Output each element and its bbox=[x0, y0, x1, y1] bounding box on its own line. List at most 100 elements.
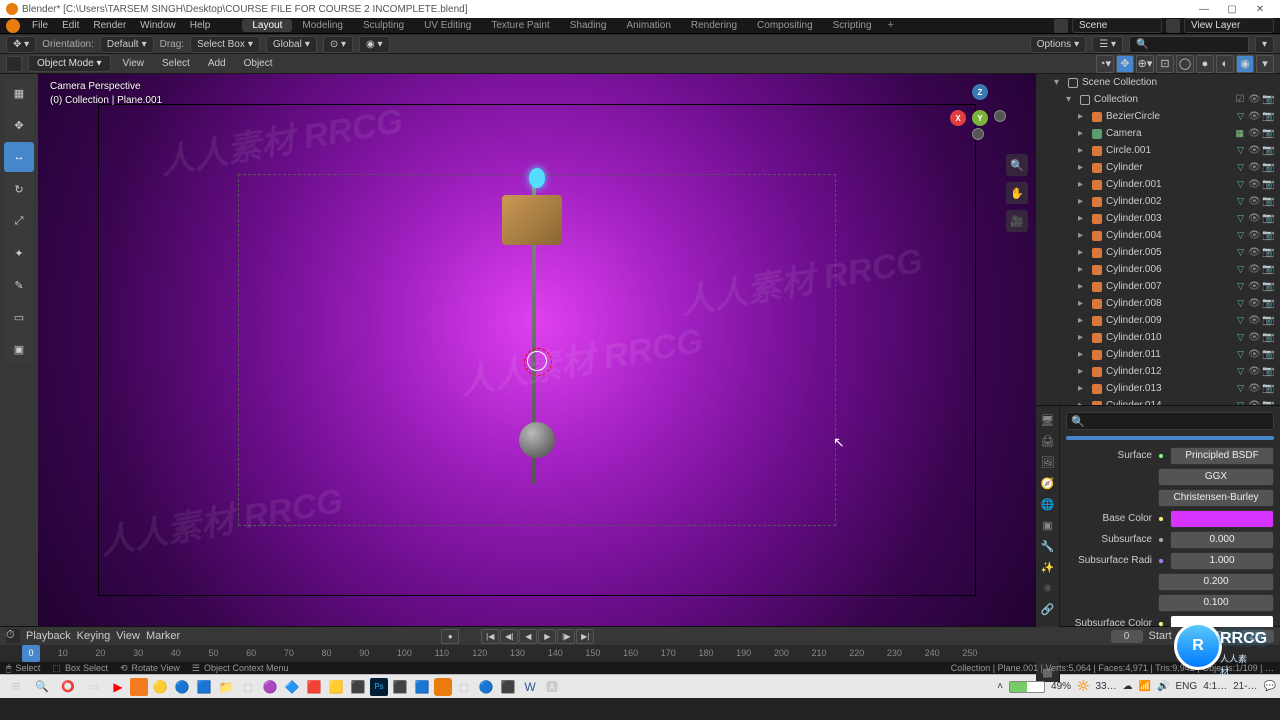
scene-name-field[interactable]: Scene bbox=[1072, 18, 1162, 33]
transform-orientation-dropdown[interactable]: Global ▾ bbox=[266, 36, 317, 53]
ss-radius-b[interactable]: 0.100 bbox=[1158, 594, 1274, 612]
search-button[interactable]: 🔍 bbox=[30, 677, 54, 697]
tray-volume-icon[interactable]: 🔊 bbox=[1157, 681, 1169, 692]
workspace-shading[interactable]: Shading bbox=[560, 19, 617, 32]
explorer-icon[interactable]: 📁 bbox=[216, 677, 236, 697]
blender-taskbar-icon[interactable] bbox=[434, 678, 452, 696]
edge-icon[interactable]: 🔵 bbox=[172, 677, 192, 697]
play-button[interactable]: ▶ bbox=[538, 629, 556, 644]
outliner-item[interactable]: ▸Cylinder.010▽👁📷 bbox=[1036, 329, 1280, 346]
workspace-texpaint[interactable]: Texture Paint bbox=[481, 19, 559, 32]
render-icon[interactable]: 📷 bbox=[1262, 264, 1274, 275]
surface-node-dot-icon[interactable] bbox=[1158, 453, 1164, 459]
workspace-animation[interactable]: Animation bbox=[616, 19, 680, 32]
camera-view-icon[interactable]: 🎥 bbox=[1006, 210, 1028, 232]
render-icon[interactable]: 📷 bbox=[1262, 366, 1274, 377]
orientation-dropdown[interactable]: Default ▾ bbox=[100, 36, 154, 53]
options-dropdown[interactable]: Options ▾ bbox=[1030, 36, 1087, 53]
timeline-ruler[interactable]: 0 10203040506070809010011012013014015016… bbox=[0, 645, 1280, 662]
render-icon[interactable]: 📷 bbox=[1262, 349, 1274, 360]
outliner-search[interactable]: 🔍 bbox=[1129, 36, 1249, 53]
prop-tab-render[interactable]: 🖥 bbox=[1038, 410, 1058, 430]
outliner-item[interactable]: ▸Cylinder.007▽👁📷 bbox=[1036, 278, 1280, 295]
menu-select[interactable]: Select bbox=[156, 58, 196, 69]
outliner-filter[interactable]: ▾ bbox=[1255, 36, 1274, 53]
prop-tab-physics[interactable]: ⚛ bbox=[1038, 578, 1058, 598]
tool-cursor[interactable]: ✥ bbox=[4, 110, 34, 140]
outliner-item[interactable]: ▸Cylinder.002▽👁📷 bbox=[1036, 193, 1280, 210]
minimize-button[interactable]: — bbox=[1190, 0, 1218, 18]
surface-shader-field[interactable]: Principled BSDF bbox=[1170, 447, 1274, 465]
viewlayer-field[interactable]: View Layer bbox=[1184, 18, 1274, 33]
close-button[interactable]: ✕ bbox=[1246, 0, 1274, 18]
tool-select-box[interactable]: ▦ bbox=[4, 78, 34, 108]
jump-end-button[interactable]: ▶| bbox=[576, 629, 594, 644]
menu-object[interactable]: Object bbox=[238, 58, 279, 69]
render-icon[interactable]: 📷 bbox=[1262, 128, 1274, 139]
axis-z-icon[interactable]: Z bbox=[972, 84, 988, 100]
render-icon[interactable]: 📷 bbox=[1262, 111, 1274, 122]
app-icon-4[interactable]: 🟣 bbox=[260, 677, 280, 697]
render-icon[interactable]: 📷 bbox=[1262, 383, 1274, 394]
prop-tab-viewlayer[interactable]: 🖼 bbox=[1038, 452, 1058, 472]
tool-transform[interactable]: ✦ bbox=[4, 238, 34, 268]
app-icon-blue[interactable]: 🟦 bbox=[412, 677, 432, 697]
outliner-collection[interactable]: ▾ Collection ☑👁📷 bbox=[1036, 91, 1280, 108]
prop-tab-particles[interactable]: ✨ bbox=[1038, 557, 1058, 577]
menu-render[interactable]: Render bbox=[87, 20, 132, 31]
eye-icon[interactable]: 👁 bbox=[1248, 383, 1260, 394]
app-icon-12[interactable]: 🅰 bbox=[542, 677, 562, 697]
ss-radii-node-dot-icon[interactable] bbox=[1158, 558, 1164, 564]
app-icon-1[interactable] bbox=[130, 678, 148, 696]
gizmo-toggle[interactable]: ✥ bbox=[1116, 55, 1134, 73]
material-preview-slider[interactable] bbox=[1066, 436, 1274, 440]
outliner-display-dropdown[interactable]: ☰ ▾ bbox=[1092, 36, 1123, 53]
jump-start-button[interactable]: |◀ bbox=[481, 629, 499, 644]
app-icon-9[interactable]: ◻ bbox=[454, 677, 474, 697]
menu-add[interactable]: Add bbox=[202, 58, 232, 69]
playhead[interactable]: 0 bbox=[22, 645, 40, 662]
outliner-item[interactable]: ▸Cylinder.008▽👁📷 bbox=[1036, 295, 1280, 312]
prev-key-button[interactable]: ◀| bbox=[500, 629, 518, 644]
shading-solid[interactable]: ● bbox=[1196, 55, 1214, 73]
3d-viewport[interactable]: ↖ Camera Perspective (0) Collection | Pl… bbox=[38, 74, 1036, 626]
outliner-item[interactable]: ▸Cylinder.005▽👁📷 bbox=[1036, 244, 1280, 261]
tray-time[interactable]: 4:1… bbox=[1203, 681, 1227, 692]
workspace-uv[interactable]: UV Editing bbox=[414, 19, 481, 32]
subsurface-value[interactable]: 0.000 bbox=[1170, 531, 1274, 549]
axis-neg-y-icon[interactable] bbox=[994, 110, 1006, 122]
outliner-item[interactable]: ▸Camera▦👁📷 bbox=[1036, 125, 1280, 142]
render-icon[interactable]: 📷 bbox=[1262, 230, 1274, 241]
outliner-item[interactable]: ▸Cylinder.014▽👁📷 bbox=[1036, 397, 1280, 406]
photoshop-icon[interactable]: Ps bbox=[370, 678, 388, 696]
outliner-item[interactable]: ▸Cylinder.009▽👁📷 bbox=[1036, 312, 1280, 329]
eye-icon[interactable]: 👁 bbox=[1248, 179, 1260, 190]
ss-color-node-dot-icon[interactable] bbox=[1158, 621, 1164, 627]
add-workspace-button[interactable]: + bbox=[882, 19, 900, 32]
shading-wireframe[interactable]: ◯ bbox=[1176, 55, 1194, 73]
drag-dropdown[interactable]: Select Box ▾ bbox=[190, 36, 260, 53]
render-icon[interactable]: 📷 bbox=[1262, 179, 1274, 190]
ss-radius-r[interactable]: 1.000 bbox=[1170, 552, 1274, 570]
eye-icon[interactable]: 👁 bbox=[1248, 332, 1260, 343]
eye-icon[interactable]: 👁 bbox=[1248, 213, 1260, 224]
axis-neg-z-icon[interactable] bbox=[972, 128, 984, 140]
render-icon[interactable]: 📷 bbox=[1262, 281, 1274, 292]
outliner-item[interactable]: ▸Cylinder▽👁📷 bbox=[1036, 159, 1280, 176]
tool-add-cube[interactable]: ▣ bbox=[4, 334, 34, 364]
play-reverse-button[interactable]: ◀ bbox=[519, 629, 537, 644]
properties-search[interactable]: 🔍 bbox=[1066, 412, 1274, 430]
timeline-keying[interactable]: Keying bbox=[77, 630, 111, 642]
prop-tab-object[interactable]: ▣ bbox=[1038, 515, 1058, 535]
tool-move[interactable]: ↔ bbox=[4, 142, 34, 172]
tool-rotate[interactable]: ↻ bbox=[4, 174, 34, 204]
outliner-item[interactable]: ▸Cylinder.013▽👁📷 bbox=[1036, 380, 1280, 397]
eye-icon[interactable]: 👁 bbox=[1248, 315, 1260, 326]
ss-radius-g[interactable]: 0.200 bbox=[1158, 573, 1274, 591]
sss-method-field[interactable]: Christensen-Burley bbox=[1158, 489, 1274, 507]
cortana-icon[interactable]: ⭕ bbox=[56, 677, 80, 697]
pan-icon[interactable]: ✋ bbox=[1006, 182, 1028, 204]
tool-annotate[interactable]: ✎ bbox=[4, 270, 34, 300]
render-icon[interactable]: 📷 bbox=[1262, 298, 1274, 309]
shading-dropdown[interactable]: ▾ bbox=[1256, 55, 1274, 73]
